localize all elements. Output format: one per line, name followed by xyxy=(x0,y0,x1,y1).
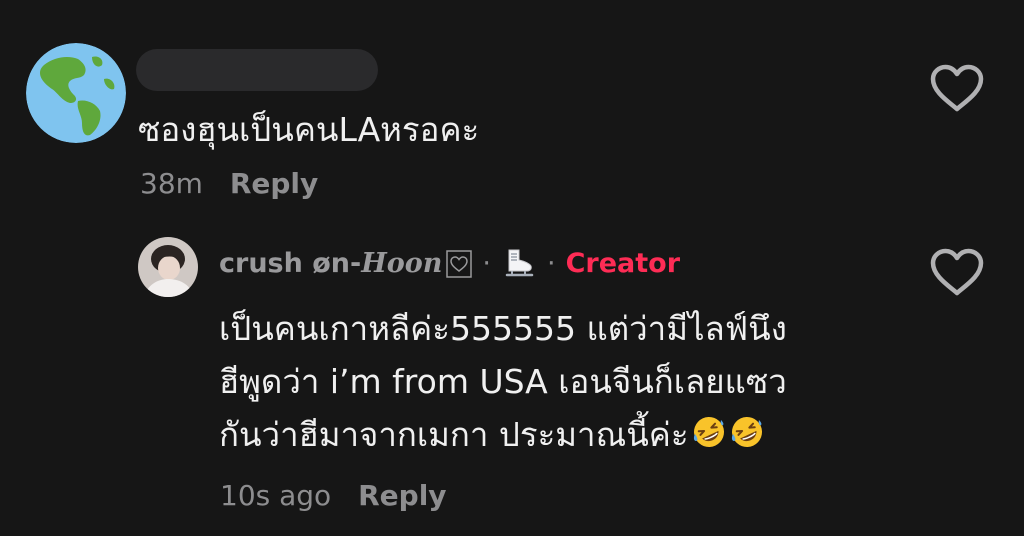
ice-skate-icon xyxy=(501,246,537,282)
separator-dot-2: · xyxy=(546,248,556,279)
reply-header: crush øn- Hoon · · Creator xyxy=(219,244,680,284)
creator-username[interactable]: crush øn- xyxy=(219,244,361,284)
comment-thread: ซองฮุนเป็นคนLAหรอคะ 38m Reply crush øn- … xyxy=(0,0,1024,536)
reply-timestamp: 10s ago xyxy=(220,479,332,512)
creator-username-styled[interactable]: Hoon xyxy=(361,244,442,284)
reply-button[interactable]: Reply xyxy=(230,167,318,200)
comment-text: ซองฮุนเป็นคนLAหรอคะ xyxy=(138,110,480,149)
reply-like-button[interactable] xyxy=(929,247,985,297)
reply-line-2: ฮีพูดว่า i’m from USA เอนจีนก็เลยแซว xyxy=(219,362,787,401)
creator-badge: Creator xyxy=(565,248,681,279)
reply-line-3: กันว่าฮีมาจากเมกา ประมาณนี้ค่ะ xyxy=(219,415,689,454)
globe-americas-icon xyxy=(26,43,126,143)
heart-box-icon xyxy=(446,250,473,278)
redacted-username[interactable] xyxy=(136,49,378,91)
reply-to-reply-button[interactable]: Reply xyxy=(358,479,446,512)
rofl-emoji-icon xyxy=(691,412,727,448)
separator-dot: · xyxy=(482,248,491,279)
rofl-emoji-icon-2 xyxy=(729,412,765,448)
heart-outline-icon xyxy=(930,64,984,112)
heart-outline-icon xyxy=(930,248,984,296)
reply-line-1: เป็นคนเกาหลีค่ะ555555 แต่ว่ามีไลฟ์นึง xyxy=(219,309,787,348)
creator-avatar[interactable] xyxy=(138,237,198,297)
reply-text: เป็นคนเกาหลีค่ะ555555 แต่ว่ามีไลฟ์นึง ฮี… xyxy=(219,302,899,461)
profile-photo-icon xyxy=(138,237,198,297)
like-button[interactable] xyxy=(929,63,985,113)
comment-timestamp: 38m xyxy=(140,167,203,200)
commenter-avatar[interactable] xyxy=(26,43,126,143)
comment-meta: 38m Reply xyxy=(140,166,318,202)
reply-meta: 10s ago Reply xyxy=(220,478,447,514)
reply-line-3-wrap: กันว่าฮีมาจากเมกา ประมาณนี้ค่ะ xyxy=(219,408,899,461)
